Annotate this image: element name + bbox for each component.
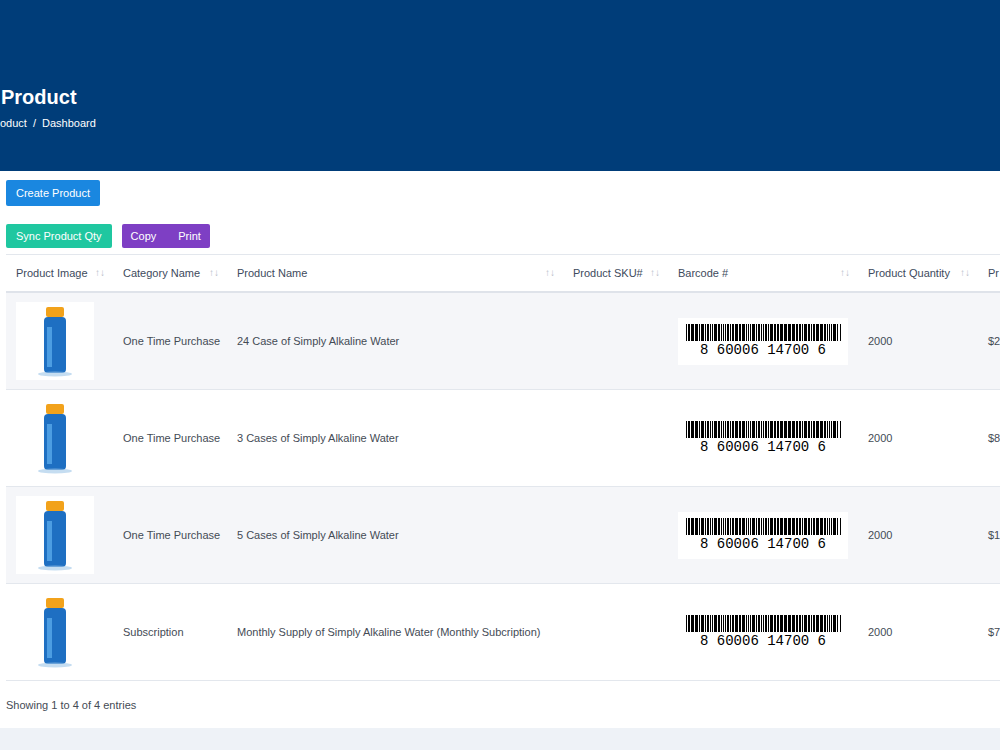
column-header[interactable]: Barcode # ↑↓ — [668, 266, 858, 280]
column-header[interactable]: Category Name ↑↓ — [113, 266, 227, 280]
barcode-cell: 8 60006 14700 6 — [668, 512, 858, 559]
product-image — [16, 593, 94, 671]
table-row[interactable]: One Time Purchase24 Case of Simply Alkal… — [6, 293, 1000, 390]
toolbar-top: Create Product — [0, 180, 1000, 206]
barcode: 8 60006 14700 6 — [678, 609, 848, 656]
column-header[interactable]: Product Image ↑↓ — [6, 266, 113, 280]
barcode: 8 60006 14700 6 — [678, 415, 848, 462]
sort-icon[interactable]: ↑↓ — [95, 266, 105, 280]
product-image — [16, 302, 94, 380]
table-row[interactable]: SubscriptionMonthly Supply of Simply Alk… — [6, 584, 1000, 681]
sort-icon[interactable]: ↑↓ — [960, 266, 970, 280]
column-header[interactable]: Product Name ↑↓ — [227, 266, 563, 280]
quantity-cell: 2000 — [858, 431, 978, 445]
image-cell — [6, 399, 113, 477]
export-button-group: CopyPrint — [122, 224, 210, 248]
barcode-cell: 8 60006 14700 6 — [668, 609, 858, 656]
breadcrumb-separator: / — [33, 116, 36, 130]
image-cell — [6, 593, 113, 671]
category-cell: Subscription — [113, 625, 227, 639]
breadcrumb-item[interactable]: Dashboard — [42, 116, 96, 130]
bottle-icon — [35, 402, 75, 474]
barcode-number: 8 60006 14700 6 — [700, 439, 826, 456]
price-cell: $1 — [978, 528, 1000, 542]
column-label: Barcode # — [678, 266, 728, 280]
column-label: Product SKU# — [573, 266, 643, 280]
sort-icon[interactable]: ↑↓ — [650, 266, 660, 280]
barcode-number: 8 60006 14700 6 — [700, 633, 826, 650]
barcode-number: 8 60006 14700 6 — [700, 342, 826, 359]
copy-button[interactable]: Copy — [122, 224, 172, 248]
bottle-icon — [35, 596, 75, 668]
barcode: 8 60006 14700 6 — [678, 512, 848, 559]
column-label: Product Name — [237, 266, 307, 280]
barcode: 8 60006 14700 6 — [678, 318, 848, 365]
column-label: Pr — [988, 266, 999, 280]
category-cell: One Time Purchase — [113, 334, 227, 348]
print-button[interactable]: Print — [171, 224, 210, 248]
table-info: Showing 1 to 4 of 4 entries — [6, 698, 1000, 712]
column-header[interactable]: Product SKU# ↑↓ — [563, 266, 668, 280]
name-cell: 5 Cases of Simply Alkaline Water — [227, 528, 563, 542]
create-product-button[interactable]: Create Product — [6, 180, 100, 206]
toolbar-actions: Sync Product Qty CopyPrint — [0, 224, 1000, 248]
quantity-cell: 2000 — [858, 334, 978, 348]
barcode-cell: 8 60006 14700 6 — [668, 318, 858, 365]
sync-qty-button[interactable]: Sync Product Qty — [6, 224, 112, 248]
page-title: Product — [0, 84, 1000, 110]
breadcrumb: oduct / Dashboard — [0, 116, 1000, 130]
price-cell: $7 — [978, 625, 1000, 639]
table-row[interactable]: One Time Purchase3 Cases of Simply Alkal… — [6, 390, 1000, 487]
barcode-cell: 8 60006 14700 6 — [668, 415, 858, 462]
sort-icon[interactable]: ↑↓ — [545, 266, 555, 280]
bottle-icon — [35, 499, 75, 571]
category-cell: One Time Purchase — [113, 528, 227, 542]
sort-icon[interactable]: ↑↓ — [209, 266, 219, 280]
breadcrumb-item[interactable]: oduct — [0, 116, 27, 130]
product-image — [16, 496, 94, 574]
column-label: Product Quantity — [868, 266, 950, 280]
image-cell — [6, 496, 113, 574]
bottle-icon — [35, 305, 75, 377]
price-cell: $2 — [978, 334, 1000, 348]
name-cell: Monthly Supply of Simply Alkaline Water … — [227, 625, 563, 639]
name-cell: 3 Cases of Simply Alkaline Water — [227, 431, 563, 445]
barcode-number: 8 60006 14700 6 — [700, 536, 826, 553]
barcode-bars-icon — [686, 421, 841, 438]
table-header: Product Image↑↓Category Name↑↓Product Na… — [6, 255, 1000, 293]
page-header: Product oduct / Dashboard — [0, 0, 1000, 171]
barcode-bars-icon — [686, 518, 841, 535]
name-cell: 24 Case of Simply Alkaline Water — [227, 334, 563, 348]
column-header[interactable]: Pr — [978, 266, 1000, 280]
quantity-cell: 2000 — [858, 625, 978, 639]
product-panel: Create ProductSync Product QtyCopyPrintP… — [0, 171, 1000, 728]
image-cell — [6, 302, 113, 380]
table-row[interactable]: One Time Purchase5 Cases of Simply Alkal… — [6, 487, 1000, 584]
column-header[interactable]: Product Quantity ↑↓ — [858, 266, 978, 280]
category-cell: One Time Purchase — [113, 431, 227, 445]
quantity-cell: 2000 — [858, 528, 978, 542]
price-cell: $8 — [978, 431, 1000, 445]
column-label: Product Image — [16, 266, 88, 280]
barcode-bars-icon — [686, 324, 841, 341]
barcode-bars-icon — [686, 615, 841, 632]
product-image — [16, 399, 94, 477]
column-label: Category Name — [123, 266, 200, 280]
sort-icon[interactable]: ↑↓ — [840, 266, 850, 280]
product-table: Product Image↑↓Category Name↑↓Product Na… — [6, 254, 1000, 681]
